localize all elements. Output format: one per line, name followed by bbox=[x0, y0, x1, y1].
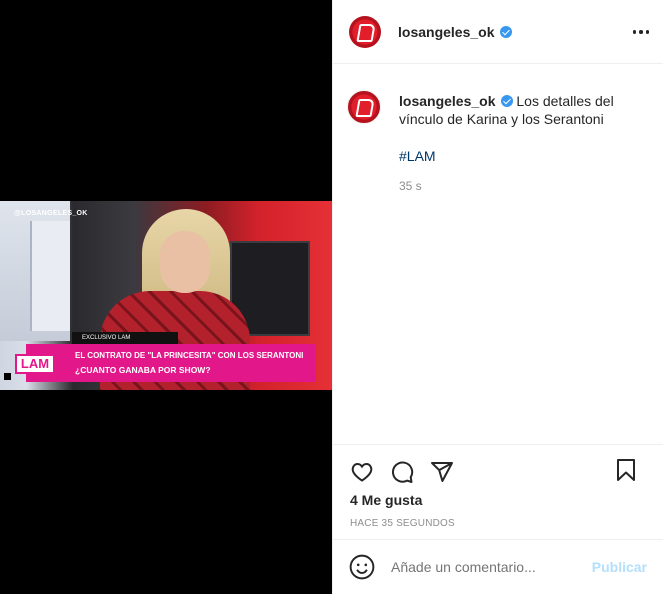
caption-verified-badge-icon bbox=[500, 95, 513, 107]
header-username-text[interactable]: losangeles_ok bbox=[398, 24, 495, 40]
comment-input[interactable] bbox=[391, 559, 592, 575]
likes-count[interactable]: 4 Me gusta bbox=[350, 492, 422, 508]
video-headline-1: EL CONTRATO DE "LA PRINCESITA" CON LOS S… bbox=[75, 351, 304, 360]
video-corner-mark bbox=[4, 373, 11, 380]
post-side-panel: losangeles_ok losangeles_ok Los detalles… bbox=[332, 0, 663, 594]
emoji-icon[interactable] bbox=[349, 554, 375, 580]
add-comment-bar: Publicar bbox=[333, 539, 663, 594]
comments-area: losangeles_ok Los detalles del vínculo d… bbox=[333, 64, 663, 444]
video-logo: LAM bbox=[15, 354, 55, 374]
actions-icons-row bbox=[333, 445, 663, 493]
more-options-icon[interactable] bbox=[631, 22, 651, 42]
video-player[interactable]: @LOSANGELES_OK EXCLUSIVO LAM LAM EL CONT… bbox=[0, 201, 332, 390]
post-header: losangeles_ok bbox=[333, 0, 663, 64]
verified-badge-icon bbox=[499, 25, 512, 38]
header-username[interactable]: losangeles_ok bbox=[398, 24, 512, 40]
comment-icon[interactable] bbox=[389, 459, 415, 485]
media-panel: @LOSANGELES_OK EXCLUSIVO LAM LAM EL CONT… bbox=[0, 0, 332, 594]
video-person-face bbox=[160, 231, 210, 293]
video-lower-third bbox=[26, 344, 316, 382]
post-comment-button[interactable]: Publicar bbox=[592, 559, 647, 575]
heart-icon[interactable] bbox=[349, 459, 375, 485]
hashtag-link[interactable]: #LAM bbox=[399, 148, 647, 164]
avatar[interactable] bbox=[349, 15, 381, 48]
share-icon[interactable] bbox=[429, 459, 455, 485]
post-timestamp[interactable]: HACE 35 SEGUNDOS bbox=[350, 518, 455, 529]
video-exclusive-tag: EXCLUSIVO LAM bbox=[72, 332, 178, 344]
bookmark-icon[interactable] bbox=[613, 457, 639, 483]
caption-age: 35 s bbox=[399, 179, 422, 193]
caption-text: losangeles_ok Los detalles del vínculo d… bbox=[399, 92, 629, 128]
caption-avatar[interactable] bbox=[347, 90, 381, 124]
video-headline-2: ¿CUANTO GANABA POR SHOW? bbox=[75, 365, 211, 375]
caption-username[interactable]: losangeles_ok bbox=[399, 93, 496, 109]
video-watermark: @LOSANGELES_OK bbox=[14, 210, 88, 217]
video-bg-sign bbox=[30, 221, 70, 331]
actions-section: 4 Me gusta HACE 35 SEGUNDOS bbox=[333, 444, 663, 544]
caption: losangeles_ok Los detalles del vínculo d… bbox=[347, 80, 647, 128]
